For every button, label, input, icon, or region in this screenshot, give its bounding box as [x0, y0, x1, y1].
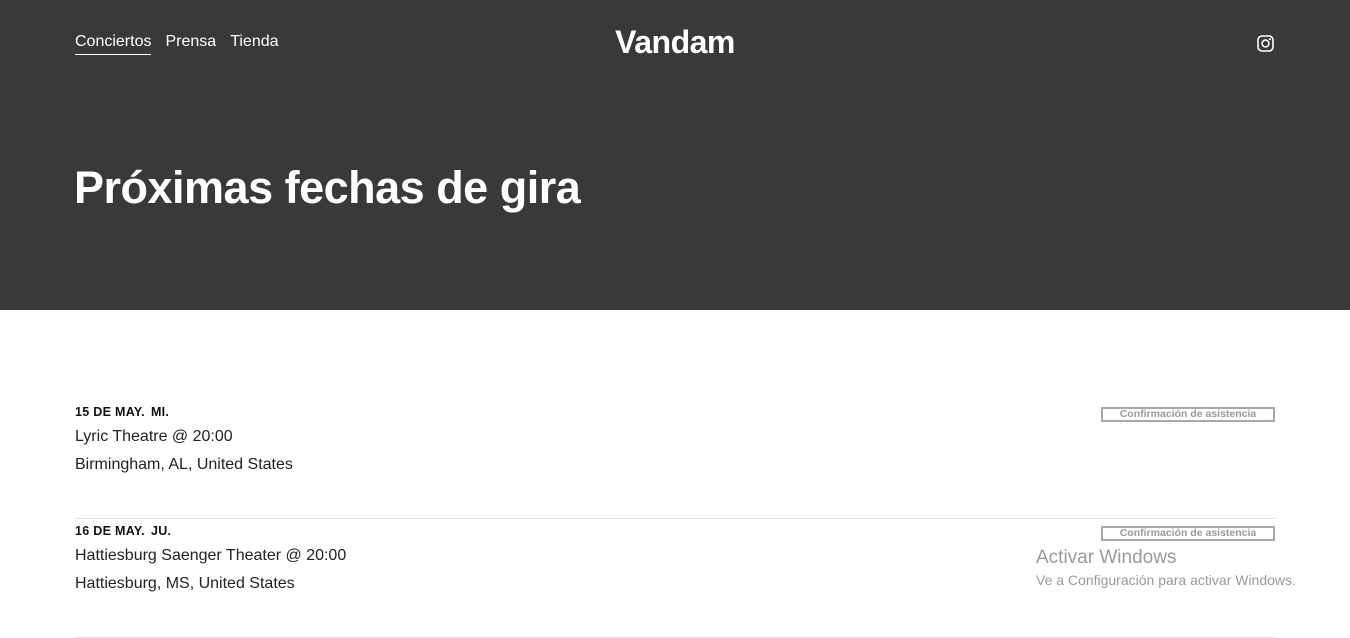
event-weekday: MI. [150, 405, 170, 419]
event-date-day: 16 DE MAY. [75, 524, 145, 538]
nav-link-tienda[interactable]: Tienda [230, 33, 278, 55]
event-venue: Lyric Theatre @ 20:00 [75, 428, 233, 445]
event-date-day: 15 DE MAY. [75, 405, 145, 419]
main-nav: Conciertos Prensa Tienda [75, 33, 279, 55]
watermark-title: Activar Windows [1036, 547, 1177, 568]
windows-activation-watermark: Activar Windows Ve a Configuración para … [1036, 547, 1296, 588]
rsvp-button[interactable]: Confirmación de asistencia [1101, 407, 1275, 422]
hero-header: Conciertos Prensa Tienda Vandam Próximas… [0, 0, 1350, 310]
tour-dates-list: 15 DE MAY. MI. Lyric Theatre @ 20:00 Birm… [75, 400, 1275, 638]
rsvp-button[interactable]: Confirmación de asistencia [1101, 526, 1275, 541]
watermark-subtitle: Ve a Configuración para activar Windows. [1036, 572, 1296, 588]
list-item: 15 DE MAY. MI. Lyric Theatre @ 20:00 Birm… [75, 400, 1275, 519]
instagram-icon[interactable] [1257, 35, 1274, 52]
event-date: 15 DE MAY. MI. [75, 405, 1275, 419]
page-title: Próximas fechas de gira [74, 162, 581, 213]
event-weekday: JU. [150, 524, 172, 538]
event-location: Birmingham, AL, United States [75, 456, 293, 473]
nav-link-conciertos[interactable]: Conciertos [75, 33, 152, 55]
site-title[interactable]: Vandam [615, 24, 735, 60]
nav-link-prensa[interactable]: Prensa [165, 33, 216, 55]
event-date: 16 DE MAY. JU. [75, 524, 1275, 538]
